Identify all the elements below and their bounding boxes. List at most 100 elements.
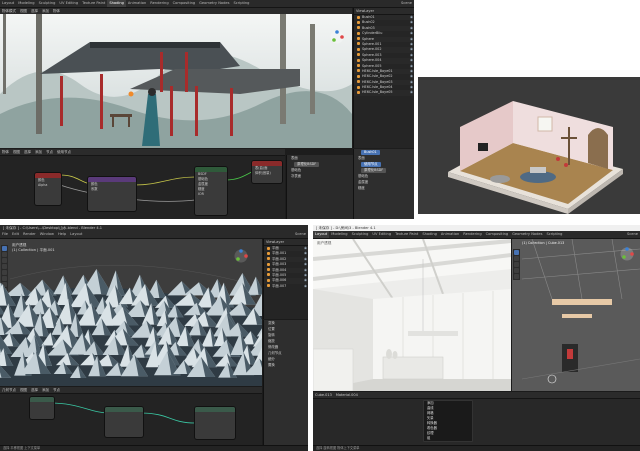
workspace-tab[interactable]: Layout bbox=[0, 0, 16, 7]
workspace-tab[interactable]: Texture Paint bbox=[393, 231, 420, 238]
property-label: 几何节点 bbox=[268, 351, 282, 355]
rendered-viewport[interactable]: 用户透视 bbox=[313, 239, 511, 391]
workspace-tab[interactable]: Shading bbox=[420, 231, 439, 238]
workspace-tab[interactable]: Rendering bbox=[148, 0, 170, 7]
workspace-tab[interactable]: Texture Paint bbox=[80, 0, 107, 7]
workspace-tab[interactable]: Window bbox=[38, 231, 56, 238]
workspace-tab[interactable]: Modeling bbox=[329, 231, 349, 238]
node-image-texture[interactable]: 颜色 Alpha bbox=[35, 173, 61, 205]
object-icon bbox=[357, 85, 360, 89]
chinese-pavilion-scene bbox=[0, 14, 352, 148]
navigation-gizmo[interactable] bbox=[234, 249, 248, 263]
workspace-tab[interactable]: Edit bbox=[10, 231, 21, 238]
outliner-item-label: Bush02 bbox=[362, 20, 375, 25]
object-icon bbox=[267, 257, 270, 261]
workspace-tab[interactable]: Scripting bbox=[231, 0, 251, 7]
node-group-output[interactable] bbox=[195, 407, 235, 439]
dropdown-item[interactable]: 组 bbox=[424, 436, 472, 441]
object-icon bbox=[267, 284, 270, 288]
menu-bar: File Edit Render Window Help Layout Scene bbox=[0, 231, 308, 239]
navigation-gizmo[interactable] bbox=[330, 30, 344, 44]
node-group-input[interactable] bbox=[30, 397, 54, 419]
outliner-item-label: 平面.003 bbox=[272, 262, 287, 267]
geometry-node-editor[interactable]: 几何节点 视图 选择 添加 节点 bbox=[0, 387, 262, 446]
header-menu-item[interactable]: Cube.013 bbox=[313, 392, 334, 398]
workspace-tab[interactable]: Scripting bbox=[544, 231, 564, 238]
visibility-eye-icon[interactable]: ◉ bbox=[304, 284, 307, 289]
outliner-item-label: 平面.001 bbox=[272, 251, 287, 256]
add-menu-dropdown[interactable]: 添加 曲线 网格 矢量 转换器 着色器 纹理组 bbox=[423, 400, 473, 442]
viewport-3d[interactable]: 物体模式 视图 选择 添加 物体 bbox=[0, 8, 352, 148]
node-socket-label: Alpha bbox=[38, 183, 48, 187]
outliner-item-label: Sphere.003 bbox=[362, 52, 382, 57]
scene-selector[interactable]: Scene bbox=[293, 231, 308, 238]
node-mix[interactable]: 颜色 系数 bbox=[88, 177, 136, 211]
workspace-tab[interactable]: File bbox=[0, 231, 10, 238]
workspace-tab[interactable]: Animation bbox=[126, 0, 148, 7]
workspace-tab[interactable]: UV Editing bbox=[370, 231, 393, 238]
object-icon bbox=[267, 268, 270, 272]
node-socket-label bbox=[88, 192, 136, 197]
workspace-tab[interactable]: Compositing bbox=[171, 0, 198, 7]
node-geometry[interactable] bbox=[105, 407, 143, 437]
outliner-item-label: Sphere.002 bbox=[362, 47, 382, 52]
property-label: 缩放 bbox=[268, 339, 275, 343]
workspace-tab[interactable]: Geometry Nodes bbox=[197, 0, 231, 7]
workspace-tab[interactable]: Render bbox=[21, 231, 38, 238]
viewport-3d[interactable]: 用户透视 (1) Collection | 平面.001 bbox=[0, 239, 262, 386]
visibility-eye-icon[interactable]: ◉ bbox=[410, 90, 413, 95]
object-icon bbox=[267, 246, 270, 250]
shader-node-editor[interactable]: 物体 视图 选择 添加 节点 使用节点 颜色 Alpha 颜色 系数 BSDF 基础色 金… bbox=[0, 149, 285, 219]
workspace-tab[interactable]: Layout bbox=[313, 231, 330, 238]
prop-label: 金属度 bbox=[358, 180, 369, 184]
outliner-item[interactable]: 平面.007 ◉ bbox=[264, 284, 308, 289]
panel-shading-workspace: Layout Modeling Sculpting UV Editing Texture… bbox=[0, 0, 414, 219]
sidebar-label: 表面 bbox=[291, 156, 298, 160]
workspace-tab[interactable]: Sculpting bbox=[350, 231, 371, 238]
sidebar-label: 基础色 bbox=[291, 168, 302, 172]
workspace-tab[interactable]: Shading bbox=[107, 0, 126, 7]
object-icon bbox=[357, 80, 360, 84]
workspace-tab[interactable]: UV Editing bbox=[57, 0, 80, 7]
workspace-tab[interactable]: Layout bbox=[68, 231, 84, 238]
workspace-tab[interactable]: Modeling bbox=[16, 0, 36, 7]
properties-editor[interactable]: Bush01 表面 使用节点 原理化BSDF 基础色 金属度 糙度 bbox=[353, 149, 414, 219]
prop-label: 糙度 bbox=[358, 186, 365, 190]
prop-label: 基础色 bbox=[358, 174, 369, 178]
panel-mountain-geometry-nodes: [ 未保存 ] - C:\Users\...\Desktop\山水.blend … bbox=[0, 225, 308, 451]
outliner-item-label: 平面.007 bbox=[272, 283, 287, 288]
shader-node-editor[interactable]: Cube.013 Material.004 添加 曲线 网格 矢量 转换器 着色器 纹理组 bbox=[313, 392, 640, 446]
properties-editor[interactable]: 变换 位置 旋转 缩放 修改器 几何节点 细分 置换 bbox=[263, 320, 308, 446]
property-label: 旋转 bbox=[268, 333, 275, 337]
status-bar: 选择 旋转视图 物体上下文菜单 bbox=[313, 445, 640, 451]
scene-selector[interactable]: Scene bbox=[399, 0, 414, 7]
node-material-output[interactable]: 表(曲)面 体积(音量) bbox=[252, 161, 282, 183]
solid-viewport[interactable]: (1) Collection | Cube.013 bbox=[512, 239, 640, 391]
outliner-item-label: Sphere.001 bbox=[362, 41, 382, 46]
workspace-tab[interactable]: Animation bbox=[439, 231, 461, 238]
workspace-tab[interactable]: Help bbox=[56, 231, 68, 238]
node-editor-header: Cube.013 Material.004 bbox=[313, 392, 640, 399]
node-socket-label: IOR bbox=[198, 192, 204, 196]
view-mode-label: 用户透视 bbox=[317, 241, 332, 245]
workspace-tab[interactable]: Compositing bbox=[484, 231, 511, 238]
outliner-item-label: Bush03 bbox=[362, 25, 375, 30]
mountain-terrain bbox=[0, 264, 262, 386]
outliner[interactable]: ViewLayer Bush01 ◉ Bush02 ◉ Bush03 ◉ CylinderB… bbox=[353, 8, 414, 148]
node-sidebar[interactable]: 表面 原理化BSDF 基础色 次表面 bbox=[286, 155, 353, 219]
workspace-tab[interactable]: Sculpting bbox=[37, 0, 58, 7]
workspace-tab[interactable]: Geometry Nodes bbox=[510, 231, 544, 238]
outliner-item-label: CylinderBiiu bbox=[362, 31, 383, 36]
outliner[interactable]: ViewLayer 平面 ◉ 平面.001 ◉ 平面.002 ◉ 平面.003 ◉ 平面.004… bbox=[263, 239, 308, 319]
object-icon bbox=[357, 64, 360, 68]
navigation-gizmo[interactable] bbox=[620, 247, 634, 261]
scene-selector[interactable]: Scene bbox=[625, 231, 640, 238]
node-socket-label: 体积(音量) bbox=[255, 171, 271, 175]
outliner-item-label: 平面 bbox=[272, 246, 279, 250]
room-wireframe bbox=[521, 239, 640, 384]
workspace-tab[interactable]: Rendering bbox=[461, 231, 483, 238]
node-principled-bsdf[interactable]: BSDF 基础色 金属度 糙度 IOR bbox=[195, 167, 227, 215]
object-icon bbox=[267, 278, 270, 282]
header-menu-item[interactable]: Material.004 bbox=[334, 392, 360, 398]
outliner-item[interactable]: HE6C.Isle_Boye05 ◉ bbox=[354, 90, 414, 96]
